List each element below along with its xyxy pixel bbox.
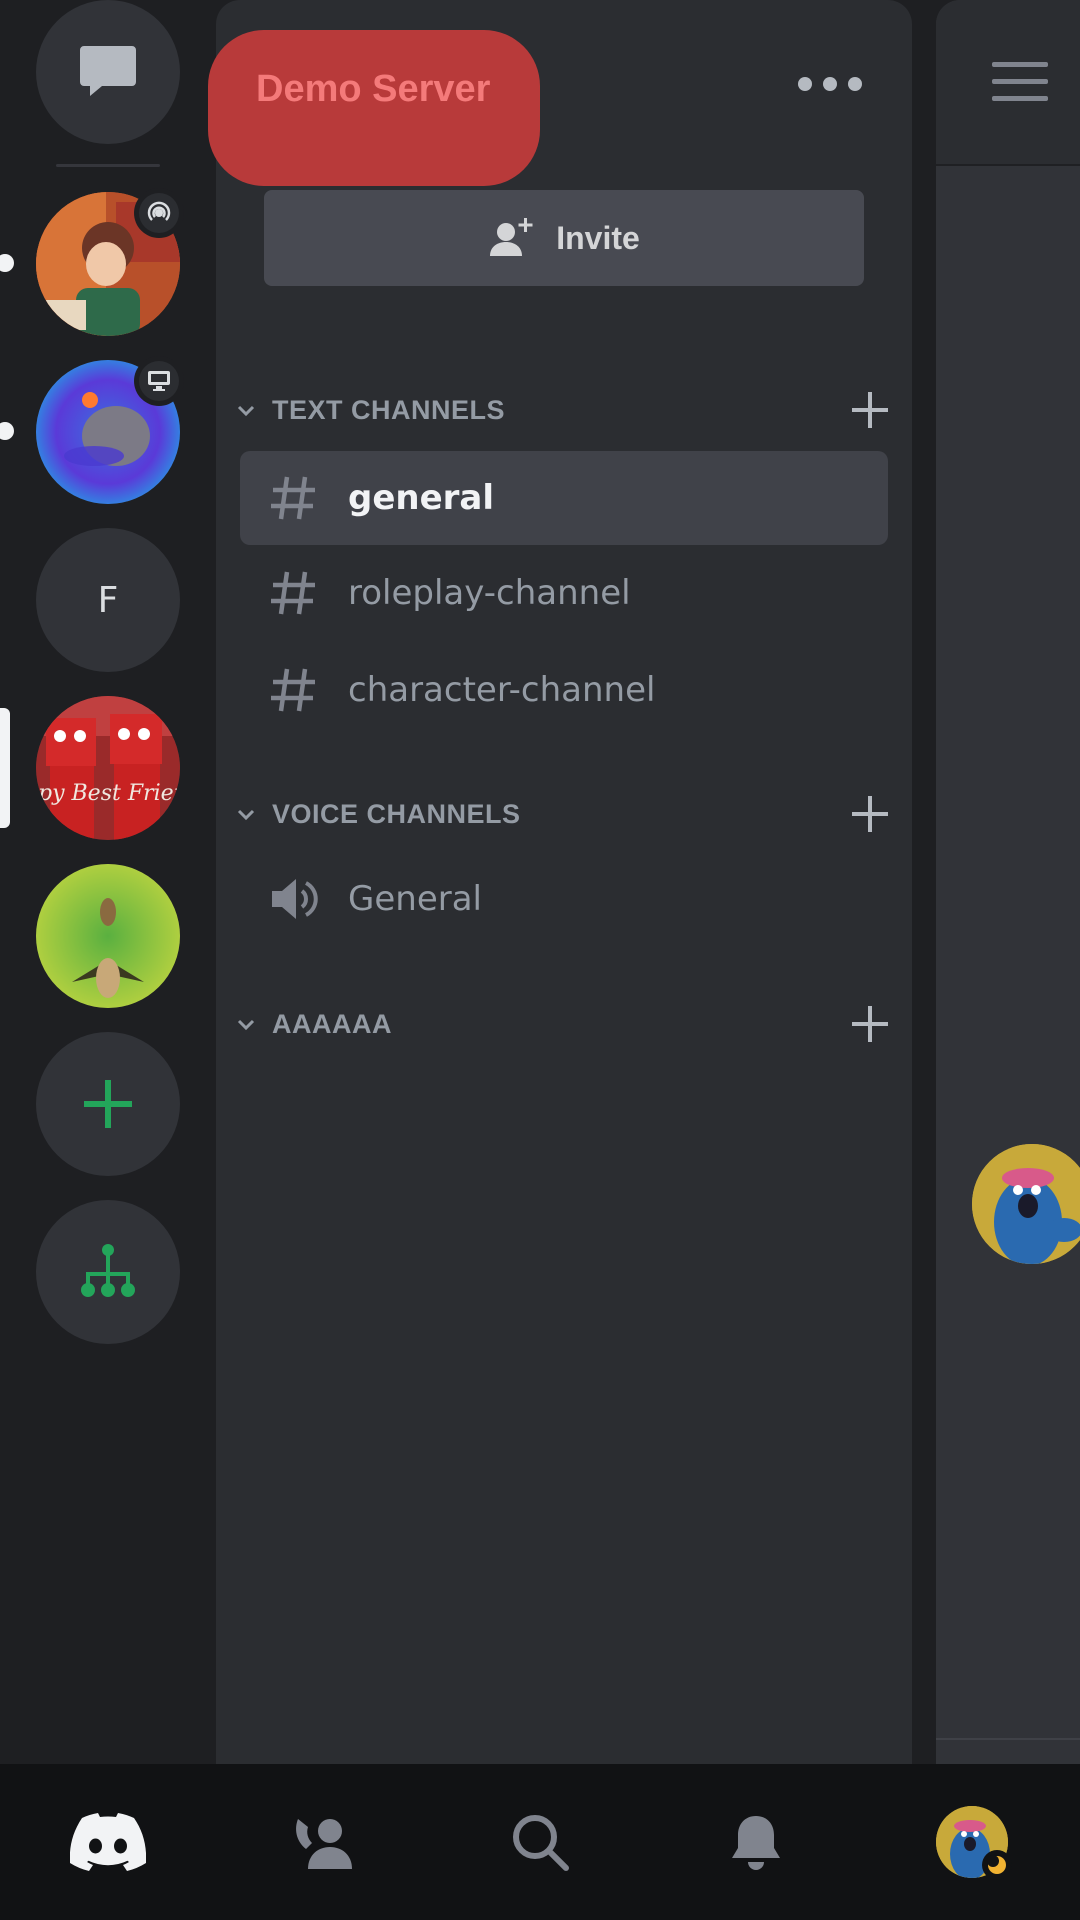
nav-friends[interactable] — [264, 1782, 384, 1902]
category-label: TEXT CHANNELS — [272, 394, 506, 425]
category-label: VOICE CHANNELS — [272, 798, 521, 829]
user-avatar[interactable] — [972, 1144, 1080, 1264]
chevron-down-icon — [228, 1006, 264, 1042]
dot — [848, 77, 862, 91]
chat-header — [936, 0, 1080, 166]
channel-name: general — [348, 478, 495, 518]
hashtag-icon — [264, 563, 324, 623]
category-voice-channels[interactable]: VOICE CHANNELS — [228, 784, 900, 844]
server-icon-demo[interactable]: py Best Friend — [36, 696, 180, 840]
channel-roleplay[interactable]: roleplay-channel — [240, 546, 888, 640]
server-initial: F — [97, 579, 119, 621]
add-user-icon — [490, 218, 533, 256]
plus-icon — [84, 1080, 132, 1128]
friends-icon — [296, 1819, 352, 1869]
nav-notifications[interactable] — [696, 1782, 816, 1902]
server-avatar-image — [36, 864, 180, 1008]
add-channel-button[interactable] — [846, 1000, 894, 1048]
screen-share-icon — [148, 371, 170, 391]
server-avatar-image: py Best Friend — [36, 696, 180, 840]
selected-server-indicator — [0, 708, 10, 828]
server-icon-1[interactable] — [36, 188, 184, 336]
server-icon-5[interactable] — [36, 864, 180, 1008]
plus-icon — [852, 392, 888, 428]
chat-bubble-icon — [80, 46, 136, 96]
nav-search[interactable] — [480, 1782, 600, 1902]
channel-character[interactable]: character-channel — [240, 643, 888, 737]
unread-indicator — [0, 422, 14, 440]
speaker-icon — [264, 869, 324, 929]
chevron-down-icon — [228, 392, 264, 428]
invite-button[interactable]: Invite — [264, 190, 864, 286]
channel-general[interactable]: general — [240, 451, 888, 545]
more-options-button[interactable] — [798, 66, 862, 102]
rail-separator — [56, 164, 160, 167]
nav-home[interactable] — [48, 1782, 168, 1902]
channel-panel: Demo Server Invite TEXT CHANNELS general… — [208, 0, 912, 1764]
stage-broadcast-icon — [147, 201, 171, 221]
channel-name: character-channel — [348, 670, 656, 710]
server-rail: F py Best Friend — [0, 0, 216, 1764]
search-icon — [513, 1815, 569, 1871]
server-icon-f[interactable]: F — [36, 528, 180, 672]
discord-app: F py Best Friend — [0, 0, 1080, 1920]
direct-messages-button[interactable] — [36, 0, 180, 144]
plus-icon — [852, 796, 888, 832]
dot — [823, 77, 837, 91]
server-header[interactable]: Demo Server — [208, 30, 540, 186]
divider — [936, 1738, 1080, 1740]
hamburger-menu-icon[interactable] — [992, 62, 1048, 102]
category-aaaaaa[interactable]: AAAAAA — [228, 994, 900, 1054]
hashtag-icon — [264, 468, 324, 528]
category-label: AAAAAA — [272, 1008, 392, 1039]
stage-badge — [134, 188, 184, 238]
channel-name: roleplay-channel — [348, 573, 631, 613]
screen-share-badge — [134, 356, 184, 406]
hub-icon — [81, 1244, 135, 1297]
add-channel-button[interactable] — [846, 386, 894, 434]
nav-profile[interactable] — [912, 1782, 1032, 1902]
discover-servers-button[interactable] — [36, 1200, 180, 1344]
plus-icon — [852, 1006, 888, 1042]
notifications-icon — [732, 1816, 780, 1870]
bottom-navigation — [0, 1764, 1080, 1920]
server-name: Demo Server — [256, 68, 491, 110]
avatar-image — [972, 1144, 1080, 1264]
chevron-down-icon — [228, 796, 264, 832]
idle-status-icon — [982, 1850, 1012, 1880]
category-text-channels[interactable]: TEXT CHANNELS — [228, 380, 900, 440]
add-server-button[interactable] — [36, 1032, 180, 1176]
hashtag-icon — [264, 660, 324, 720]
add-channel-button[interactable] — [846, 790, 894, 838]
server-icon-2[interactable] — [36, 356, 184, 504]
svg-text:py Best Friend: py Best Friend — [38, 781, 180, 806]
unread-indicator — [0, 254, 14, 272]
voice-channel-general[interactable]: General — [240, 852, 888, 946]
home-icon — [70, 1813, 146, 1871]
chat-panel-peek[interactable] — [936, 0, 1080, 1764]
dot — [798, 77, 812, 91]
channel-name: General — [348, 879, 482, 919]
invite-label: Invite — [556, 219, 640, 256]
